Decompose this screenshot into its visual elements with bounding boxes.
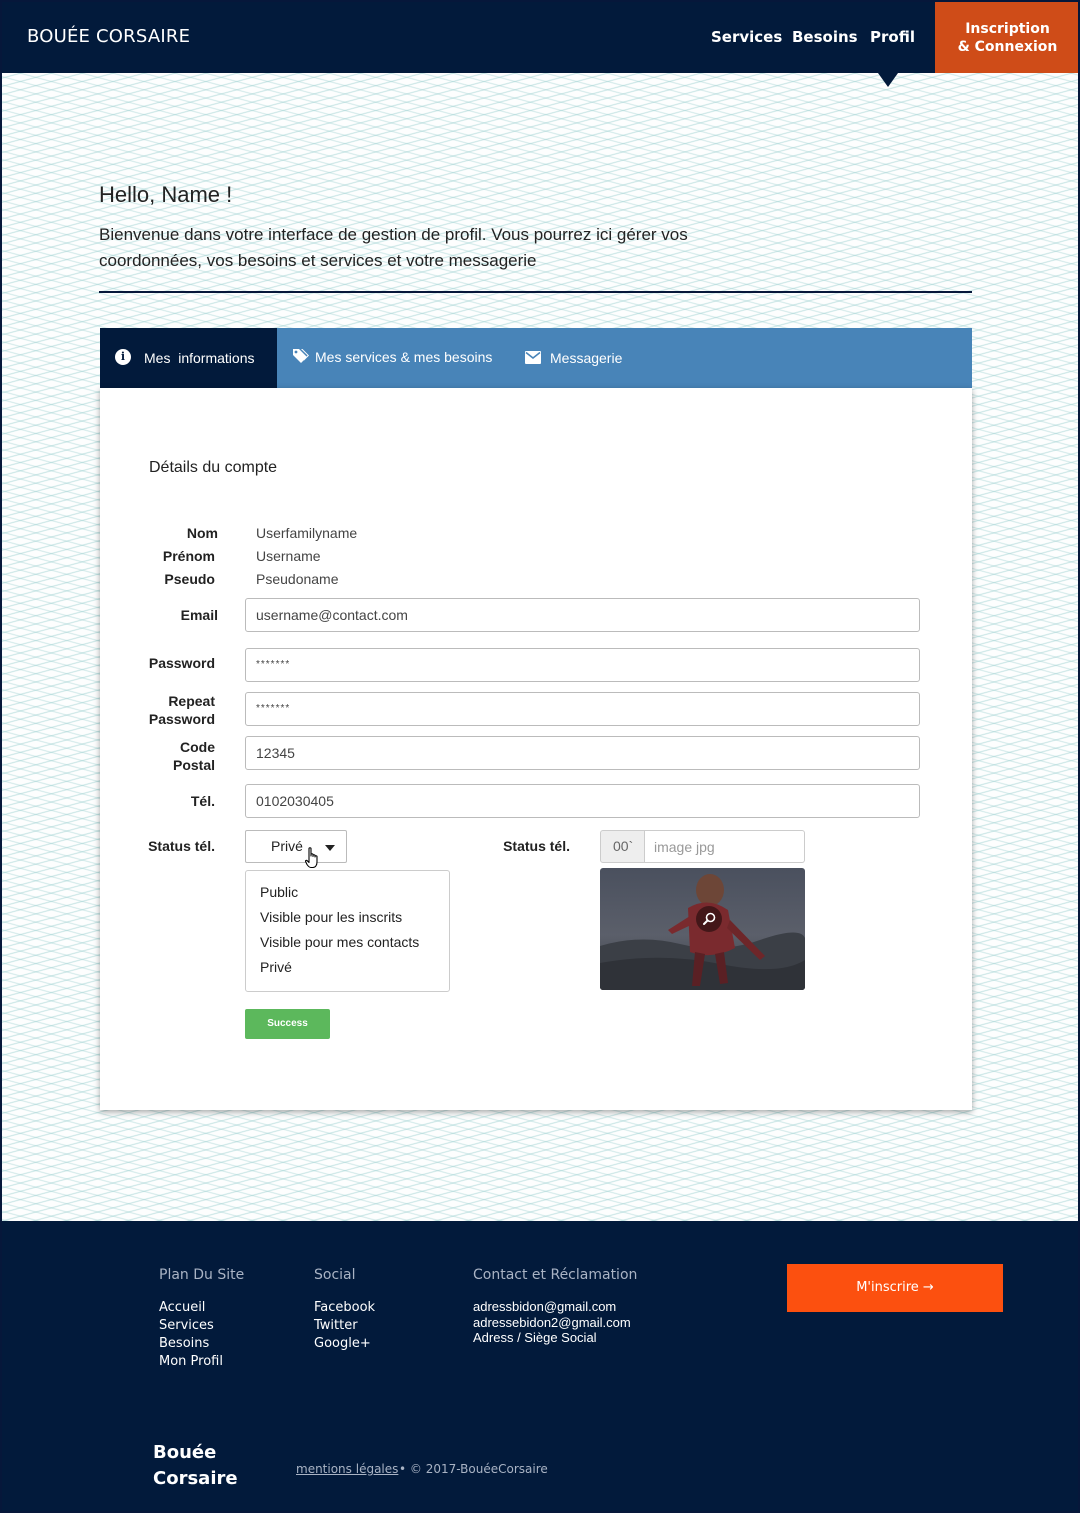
email-label: Email	[180, 607, 218, 623]
account-card: Détails du compte Nom Userfamilyname Pré…	[100, 388, 972, 1110]
tel-field[interactable]: 0102030405	[245, 784, 920, 818]
profile-tabs: i Mes informations Mes services & mes be…	[100, 328, 972, 388]
info-icon: i	[115, 349, 131, 365]
footer-link-mon-profil[interactable]: Mon Profil	[159, 1354, 223, 1369]
status-selected-value: Privé	[271, 838, 303, 854]
footer-brand: Bouée Corsaire	[153, 1440, 238, 1492]
repeat-password-label: Repeat Password	[140, 692, 215, 728]
repeat-password-field[interactable]: *******	[245, 692, 920, 726]
footer-plan-title: Plan Du Site	[159, 1267, 245, 1283]
status-tel-label-2: Status tél.	[503, 838, 570, 854]
tab-mes-informations[interactable]: i Mes informations	[100, 328, 277, 388]
nav-link-services[interactable]: Services	[711, 28, 782, 46]
dropdown-option-contacts[interactable]: Visible pour mes contacts	[260, 934, 419, 950]
status-tel-select[interactable]: Privé	[245, 830, 347, 863]
envelope-icon	[525, 351, 541, 367]
legal-notice-link[interactable]: mentions légales	[296, 1462, 398, 1476]
pseudo-value: Pseudoname	[256, 571, 339, 587]
footer-link-services[interactable]: Services	[159, 1318, 214, 1333]
dropdown-option-public[interactable]: Public	[260, 884, 298, 900]
brand-logo[interactable]: BOUÉE CORSAIRE	[27, 26, 190, 47]
caret-down-icon	[325, 845, 335, 851]
nom-label: Nom	[186, 525, 218, 541]
nav-link-besoins[interactable]: Besoins	[792, 28, 858, 46]
nav-link-profil[interactable]: Profil	[870, 28, 915, 46]
dropdown-option-prive[interactable]: Privé	[260, 959, 292, 975]
signup-login-line1: Inscription	[965, 21, 1050, 37]
file-prefix-addon: 00`	[600, 830, 645, 863]
footer-contact-email-2: adressebidon2@gmail.com	[473, 1315, 631, 1330]
code-postal-label: Code Postal	[140, 738, 215, 774]
pseudo-label: Pseudo	[164, 571, 215, 587]
footer-brand-line2: Corsaire	[153, 1468, 238, 1489]
status-tel-label: Status tél.	[148, 838, 215, 854]
footer-contact-title: Contact et Réclamation	[473, 1267, 638, 1283]
code-label-line1: Code	[180, 739, 215, 755]
footer-link-facebook[interactable]: Facebook	[314, 1300, 375, 1315]
email-field[interactable]: username@contact.com	[245, 598, 920, 632]
footer-link-googleplus[interactable]: Google+	[314, 1336, 371, 1351]
footer-link-twitter[interactable]: Twitter	[314, 1318, 358, 1333]
tags-icon	[292, 348, 309, 367]
dropdown-option-inscrits[interactable]: Visible pour les inscrits	[260, 909, 402, 925]
welcome-text: Bienvenue dans votre interface de gestio…	[99, 225, 688, 270]
tab-label: Mes services & mes besoins	[315, 349, 493, 365]
copyright-text: • © 2017-BouéeCorsaire	[399, 1462, 548, 1476]
footer-brand-line1: Bouée	[153, 1442, 217, 1463]
hand-cursor-icon	[305, 847, 318, 869]
top-navbar: BOUÉE CORSAIRE Services Besoins Profil I…	[0, 0, 1080, 73]
password-field[interactable]: *******	[245, 648, 920, 682]
account-details-title: Détails du compte	[149, 459, 278, 476]
prenom-value: Username	[256, 548, 321, 564]
code-postal-field[interactable]: 12345	[245, 736, 920, 770]
footer-social-title: Social	[314, 1267, 356, 1283]
greeting-heading: Hello, Name !	[99, 182, 233, 207]
footer: Plan Du Site Accueil Services Besoins Mo…	[0, 1221, 1080, 1513]
repeat-label-line2: Password	[148, 711, 215, 727]
footer-contact-address: Adress / Siège Social	[473, 1330, 597, 1345]
signup-login-button[interactable]: Inscription & Connexion	[935, 0, 1080, 73]
active-nav-caret-icon	[878, 73, 898, 87]
nom-value: Userfamilyname	[256, 525, 358, 541]
zoom-magnifier-icon[interactable]	[696, 906, 722, 932]
tab-services-besoins[interactable]: Mes services & mes besoins	[290, 328, 510, 388]
repeat-label-line1: Repeat	[168, 693, 215, 709]
tab-label: Mes informations	[144, 350, 255, 366]
prenom-label: Prénom	[162, 548, 215, 564]
image-upload-input[interactable]: image jpg	[645, 830, 805, 863]
password-label: Password	[148, 655, 215, 671]
footer-contact-email-1: adressbidon@gmail.com	[473, 1299, 617, 1314]
status-dropdown-menu: Public Visible pour les inscrits Visible…	[245, 870, 450, 992]
tab-label: Messagerie	[550, 350, 623, 366]
footer-link-accueil[interactable]: Accueil	[159, 1300, 205, 1315]
signup-login-line2: & Connexion	[957, 39, 1058, 55]
divider	[99, 291, 972, 293]
success-button[interactable]: Success	[245, 1009, 330, 1039]
tab-messagerie[interactable]: Messagerie	[525, 328, 645, 388]
footer-link-besoins[interactable]: Besoins	[159, 1336, 209, 1351]
profile-photo[interactable]	[600, 868, 805, 990]
subscribe-button[interactable]: M'inscrire →	[787, 1264, 1003, 1312]
tel-label: Tél.	[190, 793, 215, 809]
code-label-line2: Postal	[172, 757, 215, 773]
